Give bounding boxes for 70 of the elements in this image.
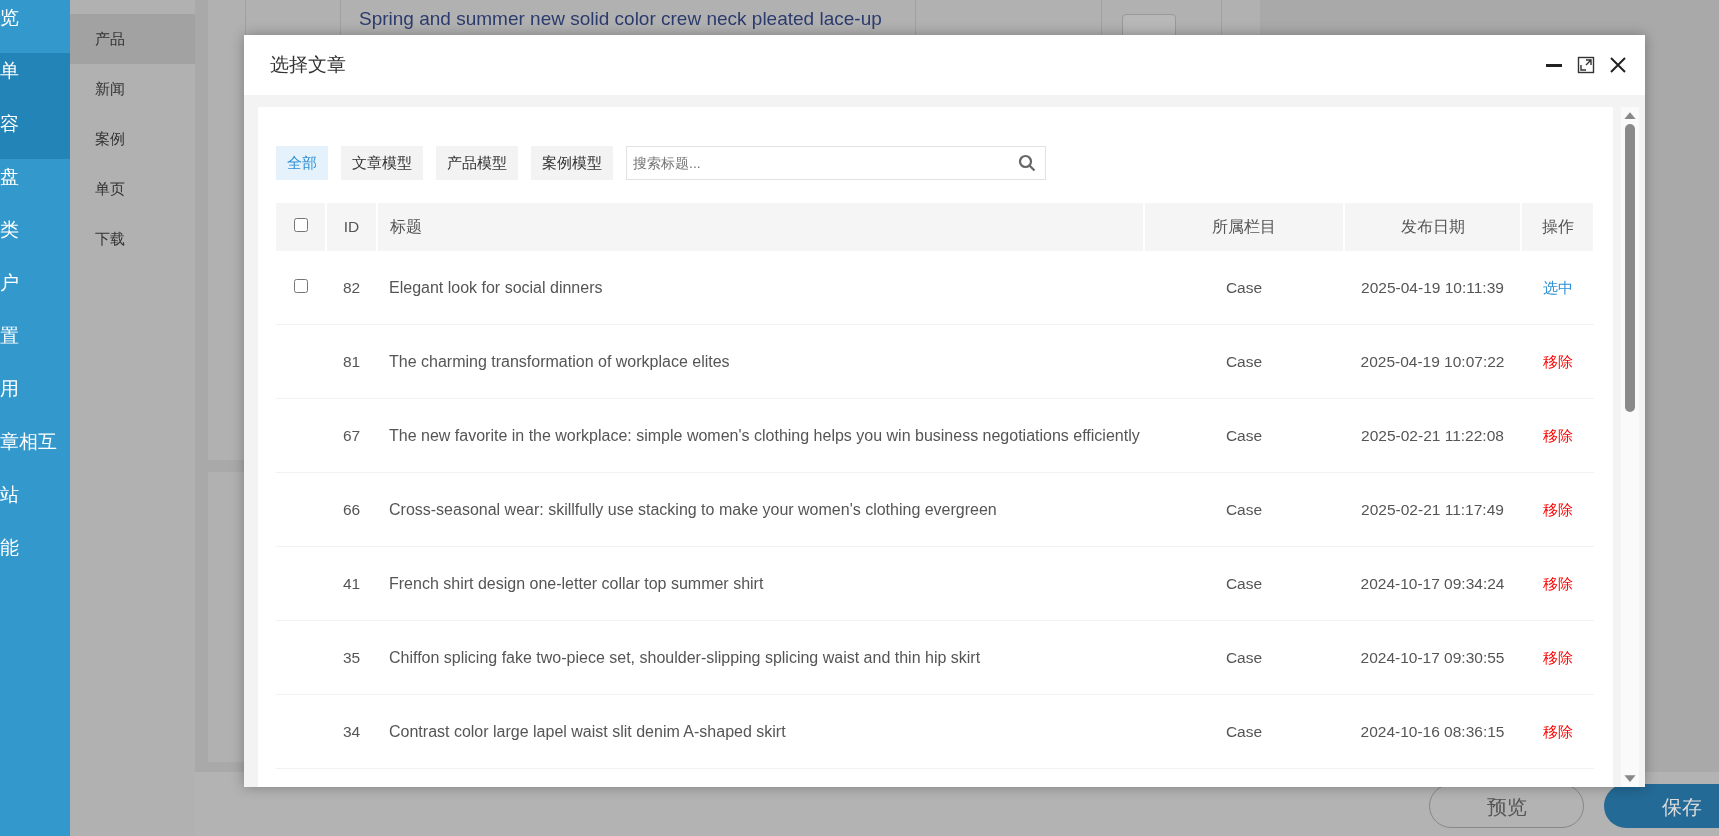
table-cell: French shirt design one-letter collar top summer shirt: [377, 546, 1144, 621]
row-checkbox[interactable]: [294, 279, 308, 293]
search-field[interactable]: 搜索标题...: [626, 146, 1046, 180]
sidebar-item[interactable]: 单: [0, 53, 70, 106]
maximize-icon[interactable]: [1577, 56, 1595, 74]
remove-link[interactable]: 移除: [1542, 575, 1573, 592]
table-cell: 82: [326, 251, 377, 325]
table-cell: Cross-seasonal wear: skillfully use stacking to make your women's clothing evergreen: [377, 472, 1144, 547]
table-cell: The new favorite in the workplace: simple women's clothing helps you win business negotiations efficiently: [377, 398, 1144, 473]
table-cell: Case: [1144, 620, 1344, 695]
select-link[interactable]: 选中: [1542, 279, 1573, 296]
submenu-item[interactable]: 下载: [70, 214, 195, 264]
table-cell: Case: [1144, 694, 1344, 769]
submenu-item[interactable]: 单页: [70, 164, 195, 214]
table-cell: 2024-10-17 09:34:24: [1344, 546, 1521, 621]
table-cell: Case: [1144, 324, 1344, 399]
sidebar-item[interactable]: 盘: [0, 159, 70, 212]
table-cell: The charming transformation of workplace elites: [377, 324, 1144, 399]
scrollbar-thumb[interactable]: [1625, 124, 1635, 412]
table-cell: 66: [326, 472, 377, 547]
table-cell: 41: [326, 546, 377, 621]
table-cell: Chiffon splicing fake two-piece set, shoulder-slipping splicing waist and thin hip skirt: [377, 620, 1144, 695]
table-cell: 2025-04-19 10:11:39: [1344, 251, 1521, 325]
sidebar-item[interactable]: 类: [0, 212, 70, 265]
column-header: ID: [326, 203, 377, 251]
table-cell: Elegant look for social dinners: [377, 251, 1144, 325]
table-cell: Case: [1144, 398, 1344, 473]
table-cell: 34: [326, 694, 377, 769]
table-cell: Case: [1144, 251, 1344, 325]
filter-tab[interactable]: 文章模型: [341, 146, 423, 180]
save-button[interactable]: 保存: [1604, 784, 1719, 828]
table-cell: 2025-02-21 11:22:08: [1344, 398, 1521, 473]
table-cell: Case: [1144, 546, 1344, 621]
table-cell: 2025-04-19 10:07:22: [1344, 324, 1521, 399]
sidebar-item[interactable]: 户: [0, 265, 70, 318]
remove-link[interactable]: 移除: [1542, 649, 1573, 666]
column-header: 发布日期: [1344, 203, 1521, 251]
table-cell: 2024-10-17 09:30:55: [1344, 620, 1521, 695]
filter-tab[interactable]: 案例模型: [531, 146, 613, 180]
table-cell: 2025-02-21 11:17:49: [1344, 472, 1521, 547]
remove-link[interactable]: 移除: [1542, 723, 1573, 740]
sidebar-item[interactable]: 能: [0, 530, 70, 583]
preview-button[interactable]: 预览: [1429, 784, 1584, 828]
filter-tab[interactable]: 全部: [276, 146, 328, 180]
table-cell: 2024-10-16 08:36:15: [1344, 694, 1521, 769]
table-cell: Contrast color large lapel waist slit denim A-shaped skirt: [377, 694, 1144, 769]
sidebar-item[interactable]: 章相互: [0, 424, 70, 477]
select-all-checkbox[interactable]: [293, 218, 308, 232]
close-icon[interactable]: [1609, 56, 1627, 74]
remove-link[interactable]: 移除: [1542, 501, 1573, 518]
sidebar-item[interactable]: 站: [0, 477, 70, 530]
submenu-item[interactable]: 产品: [70, 14, 195, 64]
submenu-item[interactable]: 新闻: [70, 64, 195, 114]
sidebar-item[interactable]: 用: [0, 371, 70, 424]
sidebar-item[interactable]: 容: [0, 106, 70, 159]
scroll-up-icon[interactable]: [1624, 111, 1636, 120]
sidebar-item[interactable]: 览: [0, 0, 70, 53]
table-cell: Case: [1144, 472, 1344, 547]
remove-link[interactable]: 移除: [1542, 353, 1573, 370]
filter-tab[interactable]: 产品模型: [436, 146, 518, 180]
remove-link[interactable]: 移除: [1542, 427, 1573, 444]
column-header: 所属栏目: [1144, 203, 1344, 251]
submenu-item[interactable]: 案例: [70, 114, 195, 164]
table-cell: 35: [326, 620, 377, 695]
search-icon[interactable]: [1018, 154, 1036, 172]
table-cell: 67: [326, 398, 377, 473]
table-cell: 81: [326, 324, 377, 399]
column-header: 标题: [377, 203, 1144, 251]
column-header: 操作: [1521, 203, 1594, 251]
sidebar-item[interactable]: 置: [0, 318, 70, 371]
